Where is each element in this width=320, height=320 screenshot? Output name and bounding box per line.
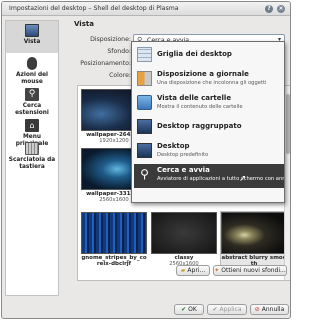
wallpaper-thumbnail [81,212,147,254]
home-icon: ⌂ [25,119,39,132]
layout-option-description: Mostra il contenuto delle cartelle [157,104,243,110]
layout-option-description: Desktop predefinito [157,152,209,158]
color-label: Colore: [109,72,131,79]
apply-button[interactable]: ✔ Applica [207,304,247,315]
wallpaper-tile[interactable]: classy 2560x1600 [151,212,217,267]
get-new-button-label: Ottieni nuovi sfondi... [221,267,286,274]
sidebar-item-search-extensions[interactable]: ⚲ Cerca estensioni [6,85,58,117]
ok-button-label: OK [188,306,197,313]
layout-option-description: Avviatore di applicazioni a tutto scherm… [157,176,284,182]
folder-icon: ▰ [180,267,186,274]
apply-button-label: Applica [219,306,242,313]
newspaper-icon [137,71,152,86]
mouse-cursor-icon: ➚ [239,174,247,184]
position-label: Posizionamento: [80,60,131,67]
sidebar-item-mouse-actions[interactable]: Azioni del mouse [6,54,58,86]
layout-option-title: Desktop raggruppato [157,122,242,130]
layout-option-title: Vista delle cartelle [157,94,232,102]
sidebar-item-label: Vista [23,39,41,45]
search-icon: ⚲ [25,88,39,101]
apply-icon: ✔ [212,306,218,313]
layout-option-search-launch[interactable]: ⚲ Cerca e avvia Avviatore di applicazion… [134,164,284,188]
window-title: Impostazioni del desktop – Shell del des… [9,5,179,12]
layout-option-title: Desktop [157,142,190,150]
background-label: Sfondo: [107,48,131,55]
layout-option-desktop-grid[interactable]: Griglia dei desktop [134,44,284,66]
wallpaper-thumbnail [151,212,217,254]
layout-label: Disposizione: [90,36,131,43]
cancel-button-label: Annulla [261,306,285,313]
mouse-icon [27,57,37,70]
desktop-icon [137,143,152,158]
close-icon[interactable]: × [277,5,285,13]
sidebar-item-keyboard-shortcuts[interactable]: Scarciatoia da tastiera [6,139,58,179]
help-icon[interactable]: ? [265,5,273,13]
get-new-wallpapers-button[interactable]: ✦ Ottieni nuovi sfondi... [213,265,287,276]
layout-option-desktop[interactable]: Desktop Desktop predefinito [134,140,284,162]
layout-dropdown-list[interactable]: Griglia dei desktop Disposizione a giorn… [131,41,285,203]
folder-icon [137,95,152,110]
open-button-label: Apri... [187,267,206,274]
section-title: Vista [74,20,94,28]
download-icon: ✦ [214,267,220,274]
layout-option-description: Una disposizione che incolonna gli ogget… [157,80,267,86]
layout-option-title: Disposizione a giornale [157,70,249,78]
keyboard-icon [25,142,39,155]
wallpaper-thumbnail [221,212,287,254]
sidebar-item-vista[interactable]: Vista [6,21,58,53]
layout-option-newspaper[interactable]: Disposizione a giornale Una disposizione… [134,68,284,90]
sidebar-item-label: Scarciatoia da tastiera [8,157,56,170]
layout-option-folder-view[interactable]: Vista delle cartelle Mostra il contenuto… [134,92,284,114]
layout-option-grouped-desktop[interactable]: Desktop raggruppato [134,116,284,138]
sidebar-item-label: Cerca estensioni [15,103,49,116]
cancel-icon: ⊘ [254,306,260,313]
layout-option-title: Griglia dei desktop [157,50,232,58]
scrollbar-thumb[interactable] [286,94,290,154]
cancel-button[interactable]: ⊘ Annulla [250,304,289,315]
grouped-desktop-icon [137,119,152,134]
grid-icon [137,47,152,62]
search-launch-icon: ⚲ [140,167,149,181]
monitor-icon [25,24,39,37]
wallpaper-name: gnome_stripes_by_coreix-dbclrjf [81,255,147,268]
check-icon: ✔ [181,306,187,313]
layout-option-title: Cerca e avvia [157,166,210,174]
open-button[interactable]: ▰ Apri... [176,265,210,276]
ok-button[interactable]: ✔ OK [174,304,204,315]
titlebar[interactable]: Impostazioni del desktop – Shell del des… [2,2,290,16]
wallpaper-tile[interactable]: gnome_stripes_by_coreix-dbclrjf [81,212,147,268]
sidebar: Vista Azioni del mouse ⚲ Cerca estension… [5,20,59,296]
sidebar-item-label: Azioni del mouse [15,72,49,85]
